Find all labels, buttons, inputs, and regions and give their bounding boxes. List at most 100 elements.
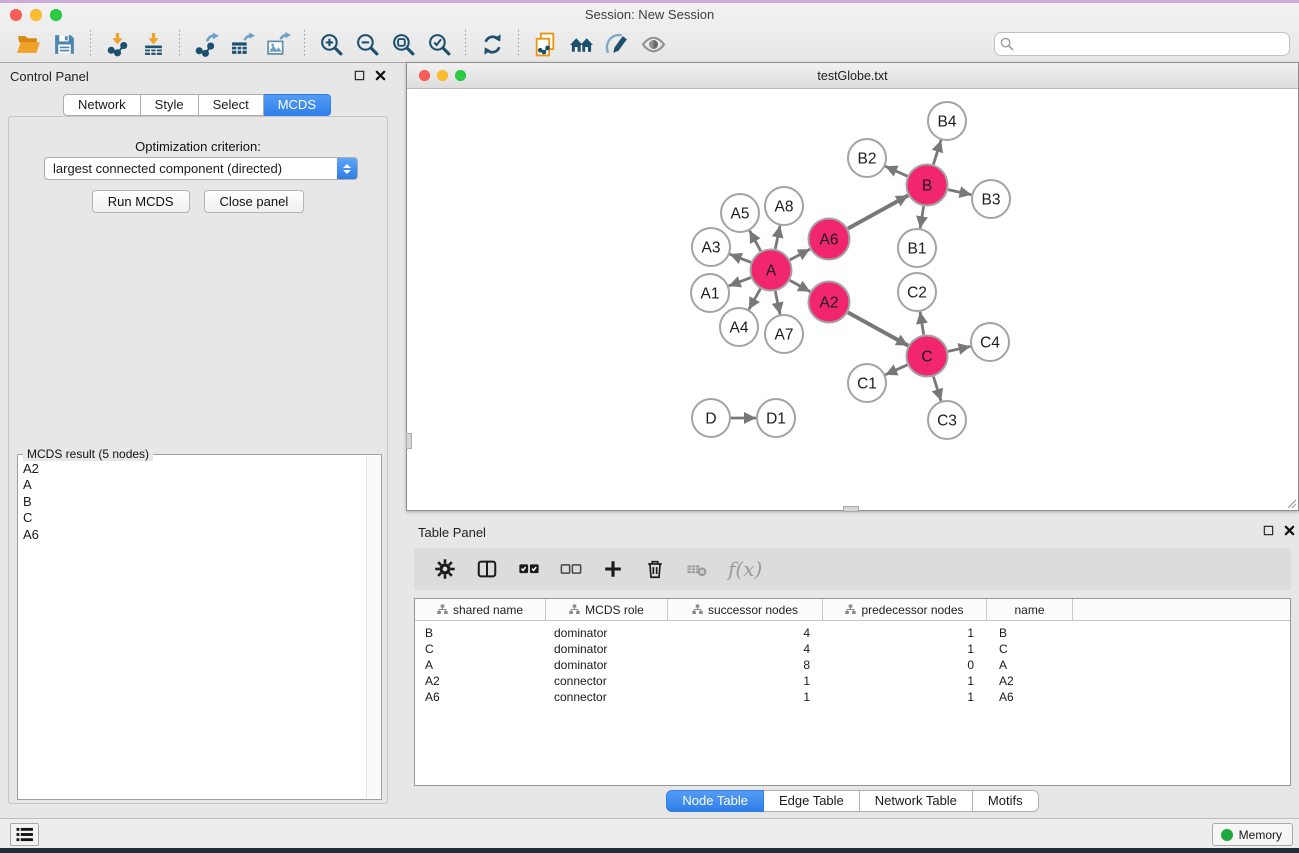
open-session-button[interactable] — [10, 29, 46, 59]
graph-node-A5[interactable]: A5 — [721, 194, 759, 232]
zoom-out-button[interactable] — [349, 29, 385, 59]
float-panel-icon[interactable] — [1263, 525, 1274, 536]
table-row[interactable]: A2connector11A2 — [415, 673, 1290, 689]
graph-edge-A-A2[interactable] — [790, 280, 810, 291]
graph-node-B[interactable]: B — [907, 165, 948, 206]
close-panel-button[interactable]: Close panel — [204, 190, 305, 213]
houses-button[interactable] — [563, 29, 599, 59]
show-panels-button[interactable] — [10, 823, 39, 846]
graph-node-A1[interactable]: A1 — [691, 274, 729, 312]
export-network-button[interactable] — [188, 29, 224, 59]
hide-graphics-details-button[interactable] — [599, 29, 635, 59]
deselect-all-icon[interactable] — [560, 558, 582, 580]
graph-edge-A-A1[interactable] — [729, 278, 751, 286]
add-column-icon[interactable] — [602, 558, 624, 580]
graph-node-C[interactable]: C — [907, 336, 948, 377]
graph-node-A6[interactable]: A6 — [809, 219, 850, 260]
minimize-window-button[interactable] — [30, 9, 42, 21]
graph-edge-B-B1[interactable] — [920, 206, 923, 228]
table-row[interactable]: Adominator80A — [415, 657, 1290, 673]
tab-network-table[interactable]: Network Table — [860, 790, 973, 812]
app-titlebar[interactable]: Session: New Session — [0, 3, 1299, 26]
splitter-grip-bottom[interactable] — [843, 506, 859, 512]
close-window-button[interactable] — [10, 9, 22, 21]
graph-edge-A-A5[interactable] — [750, 231, 761, 252]
tab-edge-table[interactable]: Edge Table — [764, 790, 860, 812]
resize-handle-icon[interactable] — [1285, 497, 1297, 509]
network-canvas[interactable]: B4B2BB3B1C2A5A8A6A3AA1A2A4A7CC4C1C3DD1 — [407, 89, 1298, 510]
graph-node-A3[interactable]: A3 — [692, 228, 730, 266]
import-table-button[interactable] — [135, 29, 171, 59]
result-scrollbar[interactable] — [366, 456, 380, 798]
column-header-predecessor-nodes[interactable]: predecessor nodes — [823, 599, 987, 620]
graph-edge-B-B3[interactable] — [948, 190, 971, 195]
tab-motifs[interactable]: Motifs — [973, 790, 1039, 812]
apply-layout-button[interactable] — [474, 29, 510, 59]
graph-edge-C-C3[interactable] — [933, 377, 941, 401]
maximize-window-button[interactable] — [50, 9, 62, 21]
graph-node-D1[interactable]: D1 — [757, 399, 795, 437]
network-window-titlebar[interactable]: testGlobe.txt — [407, 63, 1298, 89]
export-image-button[interactable] — [260, 29, 296, 59]
duplicate-network-button[interactable] — [527, 29, 563, 59]
maximize-view-button[interactable] — [455, 70, 466, 81]
graph-edge-A-A4[interactable] — [749, 289, 761, 310]
graph-node-A4[interactable]: A4 — [720, 308, 758, 346]
column-header-shared-name[interactable]: shared name — [415, 599, 546, 620]
tab-mcds[interactable]: MCDS — [264, 94, 331, 116]
graph-node-C1[interactable]: C1 — [848, 364, 886, 402]
graph-edge-A-A3[interactable] — [730, 254, 751, 262]
graph-node-C4[interactable]: C4 — [971, 323, 1009, 361]
close-panel-icon[interactable] — [1284, 525, 1295, 536]
graph-node-A[interactable]: A — [751, 250, 792, 291]
close-panel-icon[interactable] — [375, 70, 386, 81]
graph-edge-C-C1[interactable] — [885, 365, 907, 375]
result-list-item[interactable]: A2 — [23, 461, 366, 477]
tab-network[interactable]: Network — [63, 94, 141, 116]
graph-node-A2[interactable]: A2 — [809, 282, 850, 323]
delete-column-icon[interactable] — [644, 558, 666, 580]
graph-edge-A-A7[interactable] — [775, 291, 780, 314]
import-network-button[interactable] — [99, 29, 135, 59]
tab-style[interactable]: Style — [141, 94, 199, 116]
select-all-icon[interactable] — [518, 558, 540, 580]
splitter-grip-left[interactable] — [406, 433, 412, 449]
settings-gear-icon[interactable] — [434, 558, 456, 580]
split-view-icon[interactable] — [476, 558, 498, 580]
memory-button[interactable]: Memory — [1212, 823, 1293, 846]
table-row[interactable]: Cdominator41C — [415, 641, 1290, 657]
graph-edge-C-C2[interactable] — [920, 312, 924, 335]
zoom-in-button[interactable] — [313, 29, 349, 59]
run-mcds-button[interactable]: Run MCDS — [92, 190, 190, 213]
result-list-item[interactable]: A — [23, 477, 366, 493]
graph-node-B3[interactable]: B3 — [972, 180, 1010, 218]
zoom-fit-button[interactable] — [385, 29, 421, 59]
graph-node-B2[interactable]: B2 — [848, 139, 886, 177]
export-table-button[interactable] — [224, 29, 260, 59]
result-list-item[interactable]: C — [23, 510, 366, 526]
graph-edge-C-C4[interactable] — [948, 346, 970, 351]
column-header-MCDS-role[interactable]: MCDS role — [546, 599, 668, 620]
float-panel-icon[interactable] — [354, 70, 365, 81]
result-list-item[interactable]: A6 — [23, 527, 366, 543]
graph-edge-A-A6[interactable] — [790, 249, 810, 260]
column-header-name[interactable]: name — [987, 599, 1073, 620]
show-hide-button[interactable] — [635, 29, 671, 59]
close-view-button[interactable] — [419, 70, 430, 81]
save-session-button[interactable] — [46, 29, 82, 59]
graph-node-B4[interactable]: B4 — [928, 102, 966, 140]
tab-select[interactable]: Select — [199, 94, 264, 116]
graph-node-C3[interactable]: C3 — [928, 401, 966, 439]
graph-node-B1[interactable]: B1 — [898, 229, 936, 267]
graph-edge-A2-C[interactable] — [848, 312, 908, 345]
graph-edge-A-A8[interactable] — [775, 226, 780, 249]
graph-node-A8[interactable]: A8 — [765, 187, 803, 225]
table-row[interactable]: A6connector11A6 — [415, 689, 1290, 705]
graph-node-D[interactable]: D — [692, 399, 730, 437]
search-input[interactable] — [994, 32, 1290, 56]
graph-edge-B-B4[interactable] — [933, 140, 941, 164]
column-header-successor-nodes[interactable]: successor nodes — [668, 599, 823, 620]
tab-node-table[interactable]: Node Table — [666, 790, 764, 812]
graph-node-A7[interactable]: A7 — [765, 315, 803, 353]
zoom-selected-button[interactable] — [421, 29, 457, 59]
